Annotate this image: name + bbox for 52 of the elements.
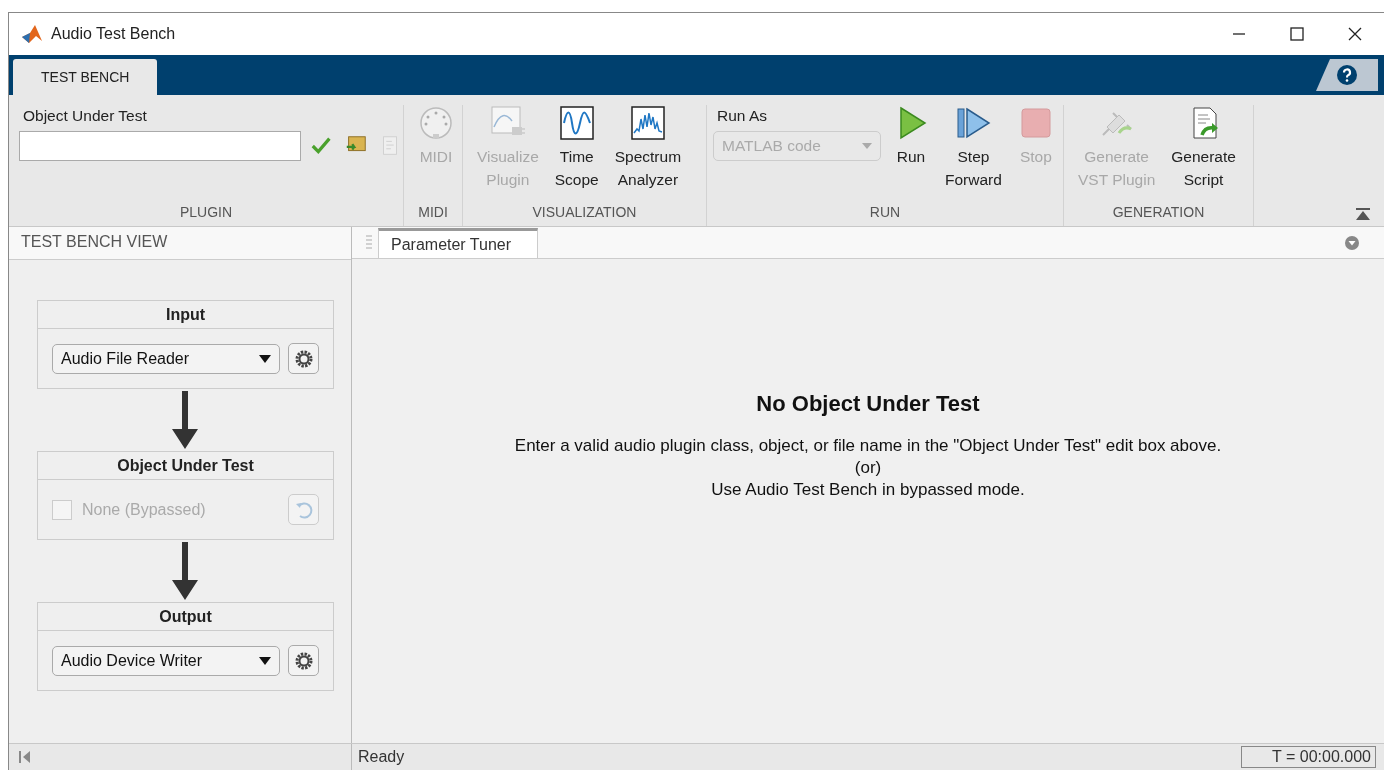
window-title: Audio Test Bench xyxy=(51,25,177,43)
field-label: Object Under Test xyxy=(23,107,148,125)
down-arrow-icon xyxy=(170,389,200,451)
step-forward-icon xyxy=(955,105,992,141)
app-logo-icon xyxy=(21,23,43,45)
ribbon-button[interactable]: Spectrum Analyzer xyxy=(606,105,690,202)
ribbon-button[interactable]: Generate Script xyxy=(1163,105,1244,202)
message-text: (or) xyxy=(854,457,882,479)
document-tab[interactable]: Parameter Tuner xyxy=(378,228,539,258)
caret-icon xyxy=(259,656,271,665)
ribbon-tab[interactable]: TEST BENCH xyxy=(13,59,158,95)
message-text: Enter a valid audio plugin class, object, or file name in the "Object Under Test" edit box above. xyxy=(514,435,1222,457)
grip-icon xyxy=(366,233,372,252)
spectrum-icon xyxy=(629,105,666,141)
ribbon-button[interactable]: Step Forward xyxy=(937,105,1010,202)
connector-icon xyxy=(418,105,454,141)
settings-button[interactable] xyxy=(288,645,319,676)
dropdown-menu-icon[interactable] xyxy=(1344,234,1360,251)
panel-title: TEST BENCH VIEW xyxy=(9,227,351,260)
down-arrow-icon xyxy=(170,540,200,602)
section-label: GENERATION xyxy=(1111,203,1206,222)
field-label: Run As xyxy=(717,107,768,125)
help-icon xyxy=(1336,64,1358,86)
section-label: PLUGIN xyxy=(178,203,234,222)
section-label: MIDI xyxy=(417,203,449,222)
collapse-left-icon[interactable] xyxy=(19,750,31,764)
ribbon-button[interactable]: Run xyxy=(885,105,937,202)
caret-icon xyxy=(862,143,872,149)
block-title: Output xyxy=(38,603,333,631)
text-field[interactable] xyxy=(19,131,301,161)
section-label: RUN xyxy=(868,203,902,222)
caret-icon xyxy=(259,354,271,363)
reset-button[interactable] xyxy=(288,494,319,525)
dropdown[interactable]: Audio File Reader xyxy=(52,343,280,374)
time-display: T = 00:00.000 xyxy=(1241,746,1376,768)
block-title: Input xyxy=(38,301,333,329)
status-text: Ready xyxy=(357,748,406,766)
collapse-icon[interactable] xyxy=(1356,208,1370,220)
message-text: Use Audio Test Bench in bypassed mode. xyxy=(711,479,1025,501)
settings-button[interactable] xyxy=(288,343,319,374)
settings-icon xyxy=(293,348,314,369)
ribbon-button[interactable]: Time Scope xyxy=(546,105,607,202)
settings-icon xyxy=(293,650,314,671)
sine-wave-icon xyxy=(558,105,595,141)
help-button[interactable] xyxy=(1316,59,1378,91)
checkbox-label: None (Bypassed) xyxy=(82,500,206,519)
maximize-icon xyxy=(1290,27,1304,41)
message-heading: No Object Under Test xyxy=(756,391,980,417)
dropdown[interactable]: Audio Device Writer xyxy=(52,645,280,676)
close-icon xyxy=(1348,27,1362,41)
block-title: Object Under Test xyxy=(38,452,333,480)
section-label: VISUALIZATION xyxy=(531,203,638,222)
